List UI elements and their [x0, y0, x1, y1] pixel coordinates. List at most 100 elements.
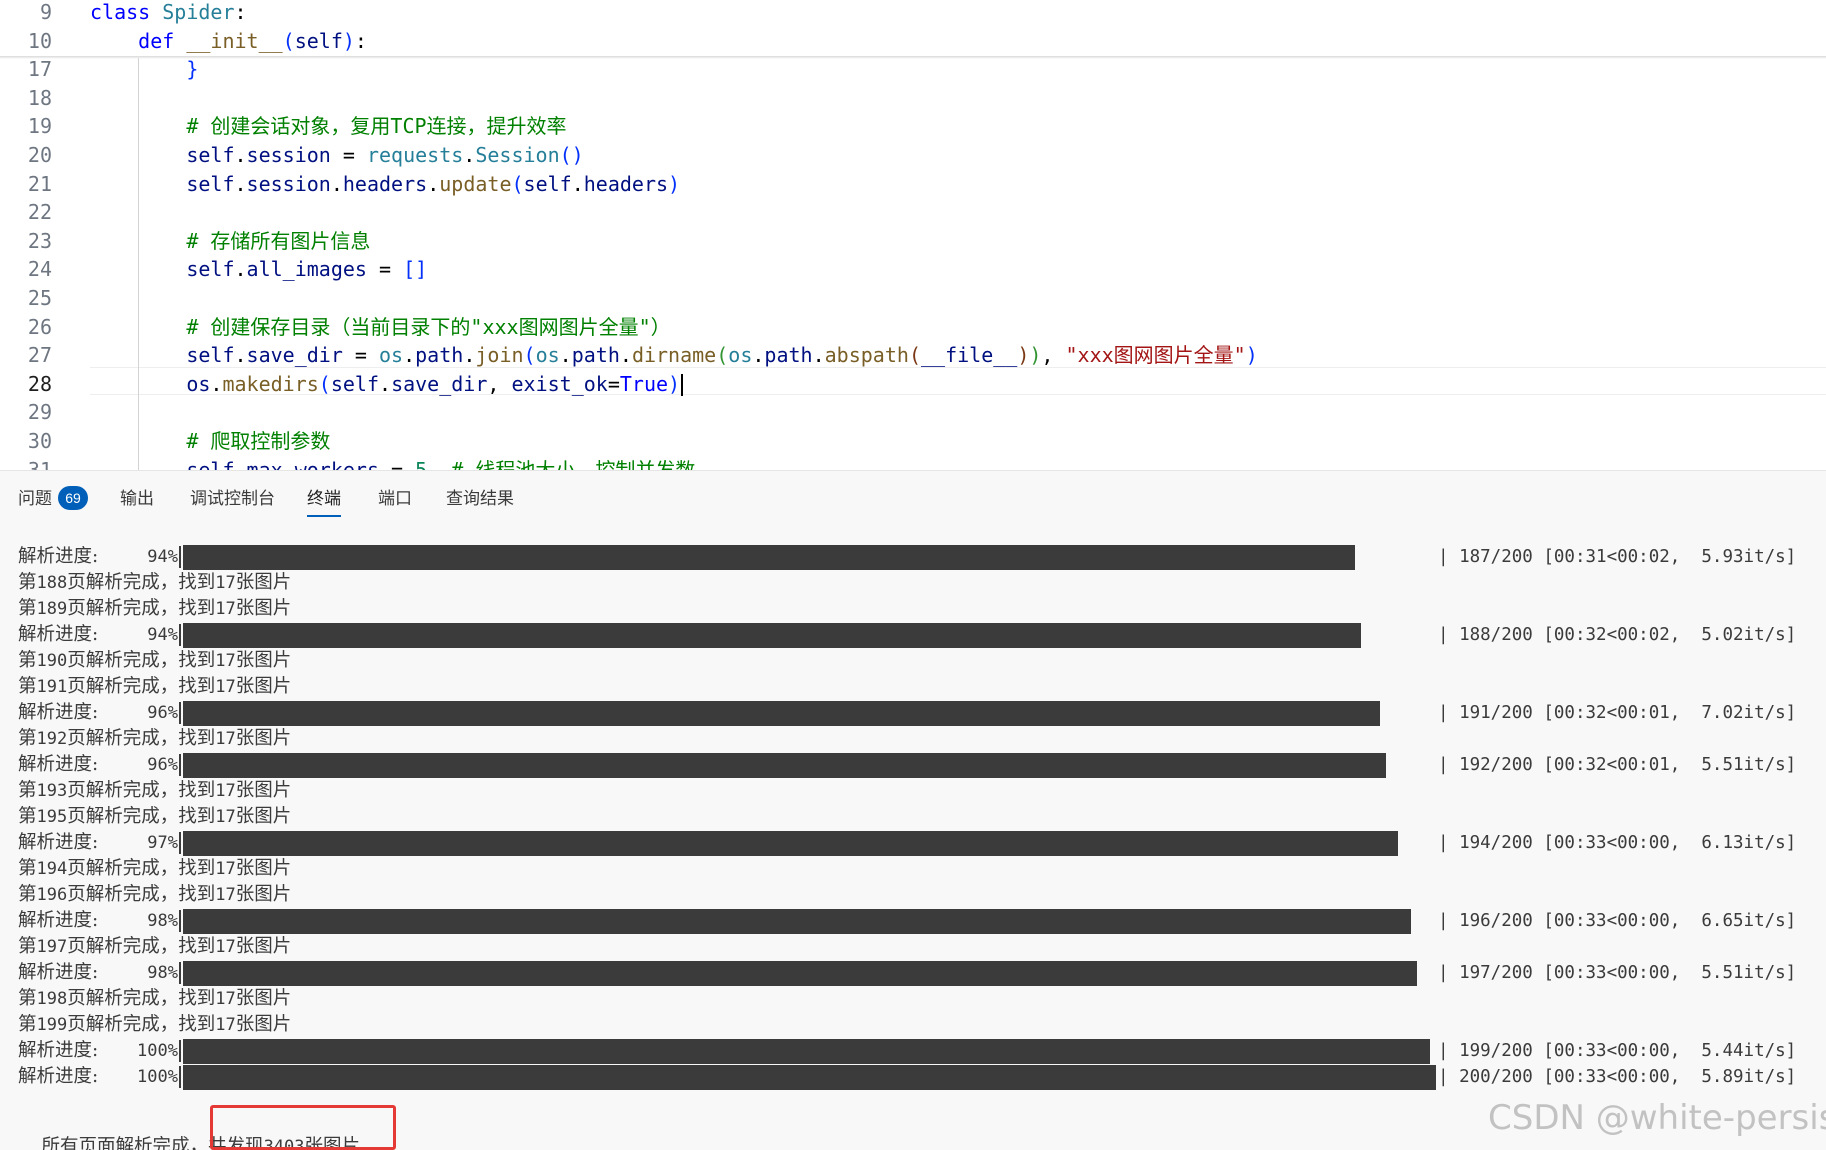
- progress-label: 解析进度:: [18, 1040, 99, 1061]
- final-summary-prefix: 所有页面解析完成，: [41, 1136, 209, 1150]
- code-line[interactable]: 27 self.save_dir = os.path.join(os.path.…: [0, 341, 1826, 370]
- line-number: 22: [27, 200, 52, 225]
- code-token: .: [234, 257, 247, 282]
- code-token: os: [90, 371, 211, 396]
- tab-query-results[interactable]: 查询结果: [446, 471, 514, 527]
- code-token: .: [571, 171, 584, 196]
- progress-bar-start: [179, 962, 181, 984]
- code-token: all_images: [246, 257, 367, 282]
- tab-ports[interactable]: 端口: [378, 471, 412, 527]
- problems-count-badge: 69: [58, 485, 88, 510]
- code-text: self.session = requests.Session(): [90, 141, 583, 170]
- page-prefix: 第: [18, 1014, 37, 1035]
- line-number: 17: [27, 57, 52, 82]
- code-token: self: [330, 371, 380, 396]
- progress-percent: 98%: [147, 911, 178, 931]
- image-count: 17: [215, 781, 236, 801]
- line-number: 21: [27, 171, 52, 196]
- sticky-scroll-shadow: [0, 56, 1826, 59]
- code-token: __file__: [920, 343, 1018, 368]
- page-parsed-line: 第189页解析完成，找到17张图片: [18, 596, 291, 622]
- code-line[interactable]: 26 # 创建保存目录（当前目录下的"xxx图网图片全量"）: [0, 313, 1826, 342]
- page-prefix: 第: [18, 676, 37, 697]
- code-line[interactable]: 23 # 存储所有图片信息: [0, 227, 1826, 256]
- code-token: =: [379, 457, 416, 470]
- page-suffix: 页解析完成，找到: [67, 936, 216, 957]
- progress-bar-start: [179, 624, 181, 646]
- code-token: .: [234, 143, 247, 167]
- code-line[interactable]: 31 self.max_workers = 5 # 线程池大小，控制并发数: [0, 456, 1826, 470]
- progress-percent: 100%: [137, 1067, 178, 1087]
- code-token: os: [535, 343, 560, 368]
- page-number: 199: [36, 1015, 68, 1035]
- page-suffix: 页解析完成，找到: [67, 728, 216, 749]
- code-text: self.session.headers.update(self.headers…: [90, 170, 680, 199]
- text-cursor: [681, 374, 684, 397]
- progress-stats: | 188/200 [00:32<00:02, 5.02it/s]: [1438, 625, 1797, 645]
- highlight-box: [210, 1105, 396, 1150]
- image-count: 17: [215, 651, 236, 671]
- tab-output[interactable]: 输出: [120, 471, 154, 527]
- code-text: # 爬取控制参数: [90, 427, 330, 456]
- progress-bar-fill: [183, 1039, 1430, 1064]
- code-token: # 创建会话对象，复用TCP连接，提升效率: [90, 114, 567, 139]
- image-count: 17: [215, 677, 236, 697]
- code-token: __init__: [186, 28, 283, 53]
- progress-stats: | 194/200 [00:33<00:00, 6.13it/s]: [1438, 833, 1797, 853]
- code-editor[interactable]: 9 class Spider: 10 def __init__(self): 17 }…: [0, 0, 1826, 470]
- tab-problems[interactable]: 问题 69: [18, 471, 88, 527]
- code-token: .: [403, 343, 416, 368]
- count-suffix: 张图片: [235, 988, 292, 1009]
- code-line[interactable]: 29: [0, 398, 1826, 427]
- code-token: path: [571, 343, 620, 368]
- code-line[interactable]: 20 self.session = requests.Session(): [0, 141, 1826, 170]
- code-token: # 爬取控制参数: [90, 429, 331, 453]
- code-token: path: [415, 343, 464, 368]
- code-text: def __init__(self):: [90, 27, 367, 56]
- code-line[interactable]: 17 }: [0, 55, 1826, 84]
- line-number: 9: [39, 0, 52, 24]
- code-line[interactable]: 9 class Spider:: [0, 0, 1826, 27]
- tab-terminal[interactable]: 终端: [307, 471, 341, 527]
- code-token: ,: [487, 371, 512, 396]
- code-token: ): [342, 28, 355, 53]
- code-token: # 存储所有图片信息: [90, 228, 371, 253]
- image-count: 17: [215, 885, 236, 905]
- line-number: 23: [27, 228, 52, 253]
- progress-stats: | 192/200 [00:32<00:01, 5.51it/s]: [1438, 755, 1797, 775]
- code-line[interactable]: 28 os.makedirs(self.save_dir, exist_ok=T…: [0, 370, 1826, 399]
- page-prefix: 第: [18, 572, 37, 593]
- page-parsed-line: 第190页解析完成，找到17张图片: [18, 648, 291, 674]
- code-token: 5: [415, 457, 428, 470]
- progress-percent: 94%: [147, 547, 178, 567]
- code-line[interactable]: 19 # 创建会话对象，复用TCP连接，提升效率: [0, 112, 1826, 141]
- code-token: requests: [366, 143, 464, 167]
- code-text: # 存储所有图片信息: [90, 227, 370, 256]
- code-line[interactable]: 30 # 爬取控制参数: [0, 427, 1826, 456]
- page-parsed-line: 第198页解析完成，找到17张图片: [18, 986, 291, 1012]
- count-suffix: 张图片: [235, 858, 292, 879]
- progress-label: 解析进度:: [18, 832, 99, 853]
- image-count: 17: [215, 807, 236, 827]
- terminal-output[interactable]: 解析进度: 94% | 187/200 [00:31<00:02, 5.93it/s…: [0, 526, 1826, 1150]
- tab-debug-console[interactable]: 调试控制台: [190, 471, 275, 527]
- code-line[interactable]: 22: [0, 198, 1826, 227]
- code-line[interactable]: 18: [0, 84, 1826, 113]
- code-token: =: [330, 143, 367, 167]
- line-number: 25: [27, 286, 52, 310]
- code-token: []: [403, 257, 428, 282]
- code-line[interactable]: 10 def __init__(self):: [0, 27, 1826, 56]
- code-token: =: [607, 371, 620, 396]
- code-token: (: [523, 343, 536, 368]
- progress-bar-start: [179, 1066, 181, 1088]
- code-line[interactable]: 25: [0, 284, 1826, 313]
- code-line[interactable]: 21 self.session.headers.update(self.head…: [0, 170, 1826, 199]
- code-token: save_dir: [246, 343, 343, 368]
- code-token: .: [234, 171, 247, 196]
- progress-bar-start: [179, 910, 181, 932]
- progress-label: 解析进度:: [18, 910, 99, 931]
- code-token: (: [716, 343, 729, 368]
- progress-stats: | 197/200 [00:33<00:00, 5.51it/s]: [1438, 963, 1797, 983]
- code-line[interactable]: 24 self.all_images = []: [0, 255, 1826, 284]
- code-token: :: [234, 0, 247, 24]
